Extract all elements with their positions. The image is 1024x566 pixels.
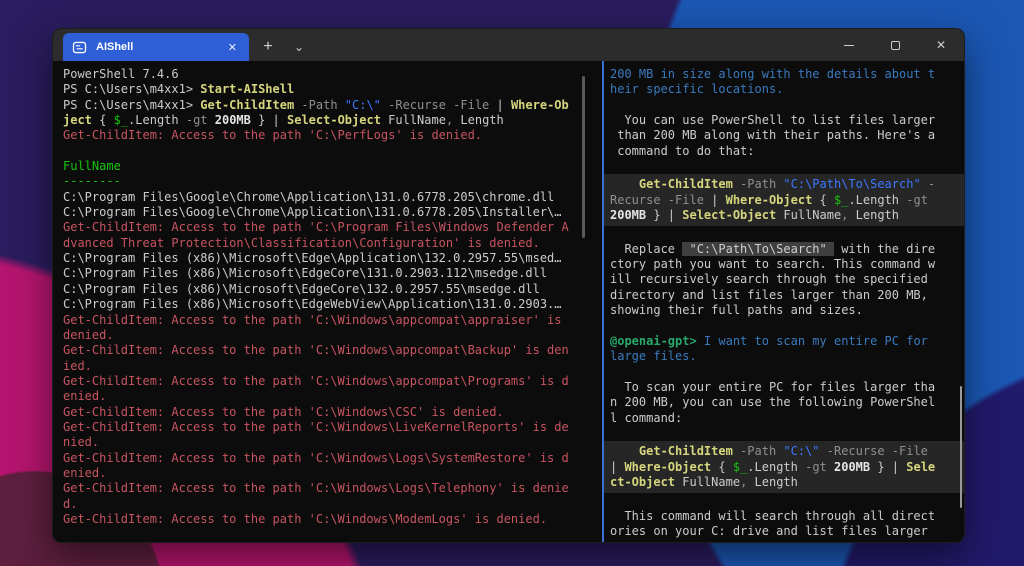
terminal-line: C:\Program Files (x86)\Microsoft\EdgeCor… xyxy=(63,282,584,297)
terminal-line: nied. xyxy=(63,435,584,450)
terminal-line: Get-ChildItem: Access to the path 'C:\Wi… xyxy=(63,420,584,435)
terminal-line: Get-ChildItem: Access to the path 'C:\Wi… xyxy=(63,512,584,527)
terminal-line: large files. xyxy=(610,349,958,364)
titlebar[interactable]: AIShell ✕ + ⌄ ✕ xyxy=(53,29,964,61)
maximize-button[interactable] xyxy=(872,29,918,61)
tab-close-button[interactable]: ✕ xyxy=(225,40,240,55)
terminal-line: Get-ChildItem: Access to the path 'C:\Wi… xyxy=(63,343,584,358)
terminal-line xyxy=(610,159,958,174)
terminal-line: Recurse -File | Where-Object { $_.Length… xyxy=(604,193,964,208)
terminal-line xyxy=(610,226,958,241)
aishell-pane[interactable]: 200 MB in size along with the details ab… xyxy=(602,61,964,543)
terminal-line: PS C:\Users\m4xx1> Start-AIShell xyxy=(63,82,584,97)
terminal-line: d. xyxy=(63,497,584,512)
terminal-content: PowerShell 7.4.6PS C:\Users\m4xx1> Start… xyxy=(53,61,964,543)
terminal-line xyxy=(63,144,584,159)
terminal-line: Get-ChildItem: Access to the path 'C:\Wi… xyxy=(63,405,584,420)
tab-dropdown-button[interactable]: ⌄ xyxy=(286,33,312,61)
terminal-line: directory and list files larger than 200… xyxy=(610,288,958,303)
tab-label: AIShell xyxy=(96,41,225,53)
terminal-line: command to do that: xyxy=(610,144,958,159)
terminal-line: dvanced Threat Protection\Classification… xyxy=(63,236,584,251)
terminal-line: PowerShell 7.4.6 xyxy=(63,67,584,82)
terminal-line: Get-ChildItem -Path "C:\Path\To\Search" … xyxy=(604,174,964,192)
terminal-line: -------- xyxy=(63,174,584,189)
terminal-line xyxy=(610,365,958,380)
right-scrollbar-thumb[interactable] xyxy=(960,386,962,508)
terminal-line: You can use PowerShell to list files lar… xyxy=(610,113,958,128)
terminal-line: C:\Program Files\Google\Chrome\Applicati… xyxy=(63,205,584,220)
terminal-line: To scan your entire PC for files larger … xyxy=(610,380,958,395)
terminal-line: enied. xyxy=(63,466,584,481)
powershell-pane[interactable]: PowerShell 7.4.6PS C:\Users\m4xx1> Start… xyxy=(53,61,602,543)
terminal-line: denied. xyxy=(63,328,584,343)
terminal-line xyxy=(610,493,958,508)
terminal-line: 200 MB in size along with the details ab… xyxy=(610,67,958,82)
terminal-line: ill recursively search through the speci… xyxy=(610,272,958,287)
terminal-line: FullName xyxy=(63,159,584,174)
terminal-line: ories on your C: drive and list files la… xyxy=(610,524,958,539)
minimize-icon xyxy=(844,45,854,46)
left-scrollbar-thumb[interactable] xyxy=(582,76,585,238)
terminal-line: ied. xyxy=(63,359,584,374)
terminal-line: Get-ChildItem: Access to the path 'C:\Wi… xyxy=(63,481,584,496)
terminal-line: Get-ChildItem: Access to the path 'C:\Wi… xyxy=(63,451,584,466)
aishell-tab-icon xyxy=(72,40,87,55)
terminal-line: enied. xyxy=(63,389,584,404)
maximize-icon xyxy=(891,41,900,50)
tab-aishell[interactable]: AIShell ✕ xyxy=(63,33,249,61)
terminal-window: AIShell ✕ + ⌄ ✕ PowerShell 7.4.6PS C:\Us… xyxy=(52,28,965,543)
close-button[interactable]: ✕ xyxy=(918,29,964,61)
terminal-line: PS C:\Users\m4xx1> Get-ChildItem -Path "… xyxy=(63,98,584,113)
terminal-line xyxy=(610,98,958,113)
terminal-line: Get-ChildItem: Access to the path 'C:\Wi… xyxy=(63,313,584,328)
terminal-line xyxy=(610,319,958,334)
terminal-line: C:\Program Files (x86)\Microsoft\Edge\Ap… xyxy=(63,251,584,266)
new-tab-button[interactable]: + xyxy=(255,33,281,61)
terminal-line: Get-ChildItem -Path "C:\" -Recurse -File xyxy=(604,441,964,459)
terminal-line: | Where-Object { $_.Length -gt 200MB } |… xyxy=(604,460,964,475)
terminal-line: l command: xyxy=(610,411,958,426)
terminal-line: Get-ChildItem: Access to the path 'C:\Wi… xyxy=(63,374,584,389)
terminal-line: Get-ChildItem: Access to the path 'C:\Pr… xyxy=(63,220,584,235)
chevron-down-icon: ⌄ xyxy=(294,40,304,54)
terminal-line: @openai-gpt> I want to scan my entire PC… xyxy=(610,334,958,349)
desktop-wallpaper: { "colors": { "tab_accent": "#2f5fd6", "… xyxy=(0,0,1024,566)
terminal-line: C:\Program Files (x86)\Microsoft\EdgeWeb… xyxy=(63,297,584,312)
terminal-line xyxy=(610,426,958,441)
terminal-line: 200MB } | Select-Object FullName, Length xyxy=(604,208,964,226)
terminal-line: C:\Program Files (x86)\Microsoft\EdgeCor… xyxy=(63,266,584,281)
terminal-line: showing their full paths and sizes. xyxy=(610,303,958,318)
terminal-line: than 200 MB along with their paths. Here… xyxy=(610,128,958,143)
close-icon: ✕ xyxy=(936,38,946,52)
plus-icon: + xyxy=(263,38,272,56)
minimize-button[interactable] xyxy=(826,29,872,61)
terminal-line: C:\Program Files\Google\Chrome\Applicati… xyxy=(63,190,584,205)
terminal-line: Get-ChildItem: Access to the path 'C:\Pe… xyxy=(63,128,584,143)
terminal-line: ct-Object FullName, Length xyxy=(604,475,964,493)
terminal-line: ctory path you want to search. This comm… xyxy=(610,257,958,272)
terminal-line: heir specific locations. xyxy=(610,82,958,97)
window-controls: ✕ xyxy=(826,29,964,61)
terminal-line: ject { $_.Length -gt 200MB } | Select-Ob… xyxy=(63,113,584,128)
terminal-line: n 200 MB, you can use the following Powe… xyxy=(610,395,958,410)
terminal-line: This command will search through all dir… xyxy=(610,509,958,524)
terminal-line: Replace "C:\Path\To\Search" with the dir… xyxy=(610,242,958,257)
